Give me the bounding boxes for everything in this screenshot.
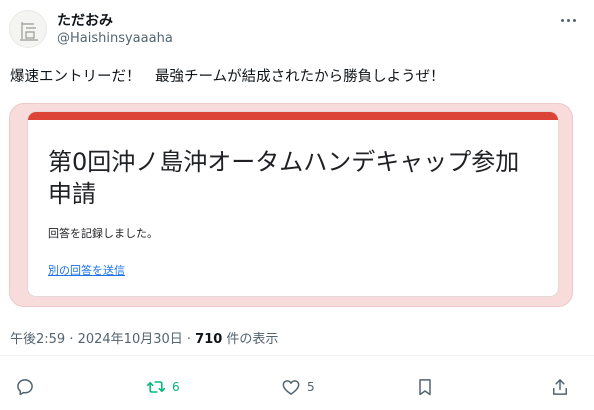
timestamp[interactable]: 午後2:59 · 2024年10月30日 ·: [10, 332, 195, 347]
form-title: 第0回沖ノ島沖オータムハンデキャップ参加申請: [48, 148, 520, 208]
views-label: 件の表示: [222, 332, 279, 347]
avatar-image: [20, 22, 38, 41]
reply-icon: [17, 379, 33, 396]
tweet-header: ただおみ @Haishinsyaaaha: [0, 0, 594, 56]
bookmark-button[interactable]: [415, 375, 435, 399]
tweet-meta: 午後2:59 · 2024年10月30日 · 710 件の表示: [10, 328, 278, 347]
divider: [0, 355, 594, 356]
retweet-button[interactable]: 6: [146, 375, 180, 399]
reply-button[interactable]: [15, 375, 35, 399]
display-name[interactable]: ただおみ: [57, 10, 113, 30]
share-button[interactable]: [550, 375, 570, 399]
tweet-text: 爆速エントリーだ！ 最強チームが結成されたから勝負しようぜ！: [10, 69, 445, 85]
like-button[interactable]: 5: [281, 375, 315, 399]
form-confirmation-message: 回答を記録しました。: [48, 227, 158, 240]
user-handle[interactable]: @Haishinsyaaaha: [57, 31, 173, 46]
submit-another-response-link[interactable]: 別の回答を送信: [48, 262, 125, 278]
heart-icon: [282, 380, 300, 395]
retweet-count: 6: [172, 380, 180, 394]
retweet-icon: [146, 381, 166, 393]
more-options-icon[interactable]: [556, 10, 580, 30]
views-count: 710: [195, 332, 223, 347]
bookmark-icon: [419, 379, 431, 396]
avatar[interactable]: [9, 10, 47, 48]
share-icon: [553, 379, 567, 395]
form-preview[interactable]: 第0回沖ノ島沖オータムハンデキャップ参加申請 回答を記録しました。 別の回答を送…: [28, 112, 558, 296]
like-count: 5: [307, 380, 315, 394]
link-card[interactable]: 第0回沖ノ島沖オータムハンデキャップ参加申請 回答を記録しました。 別の回答を送…: [9, 103, 573, 307]
form-accent-bar: [28, 112, 558, 120]
